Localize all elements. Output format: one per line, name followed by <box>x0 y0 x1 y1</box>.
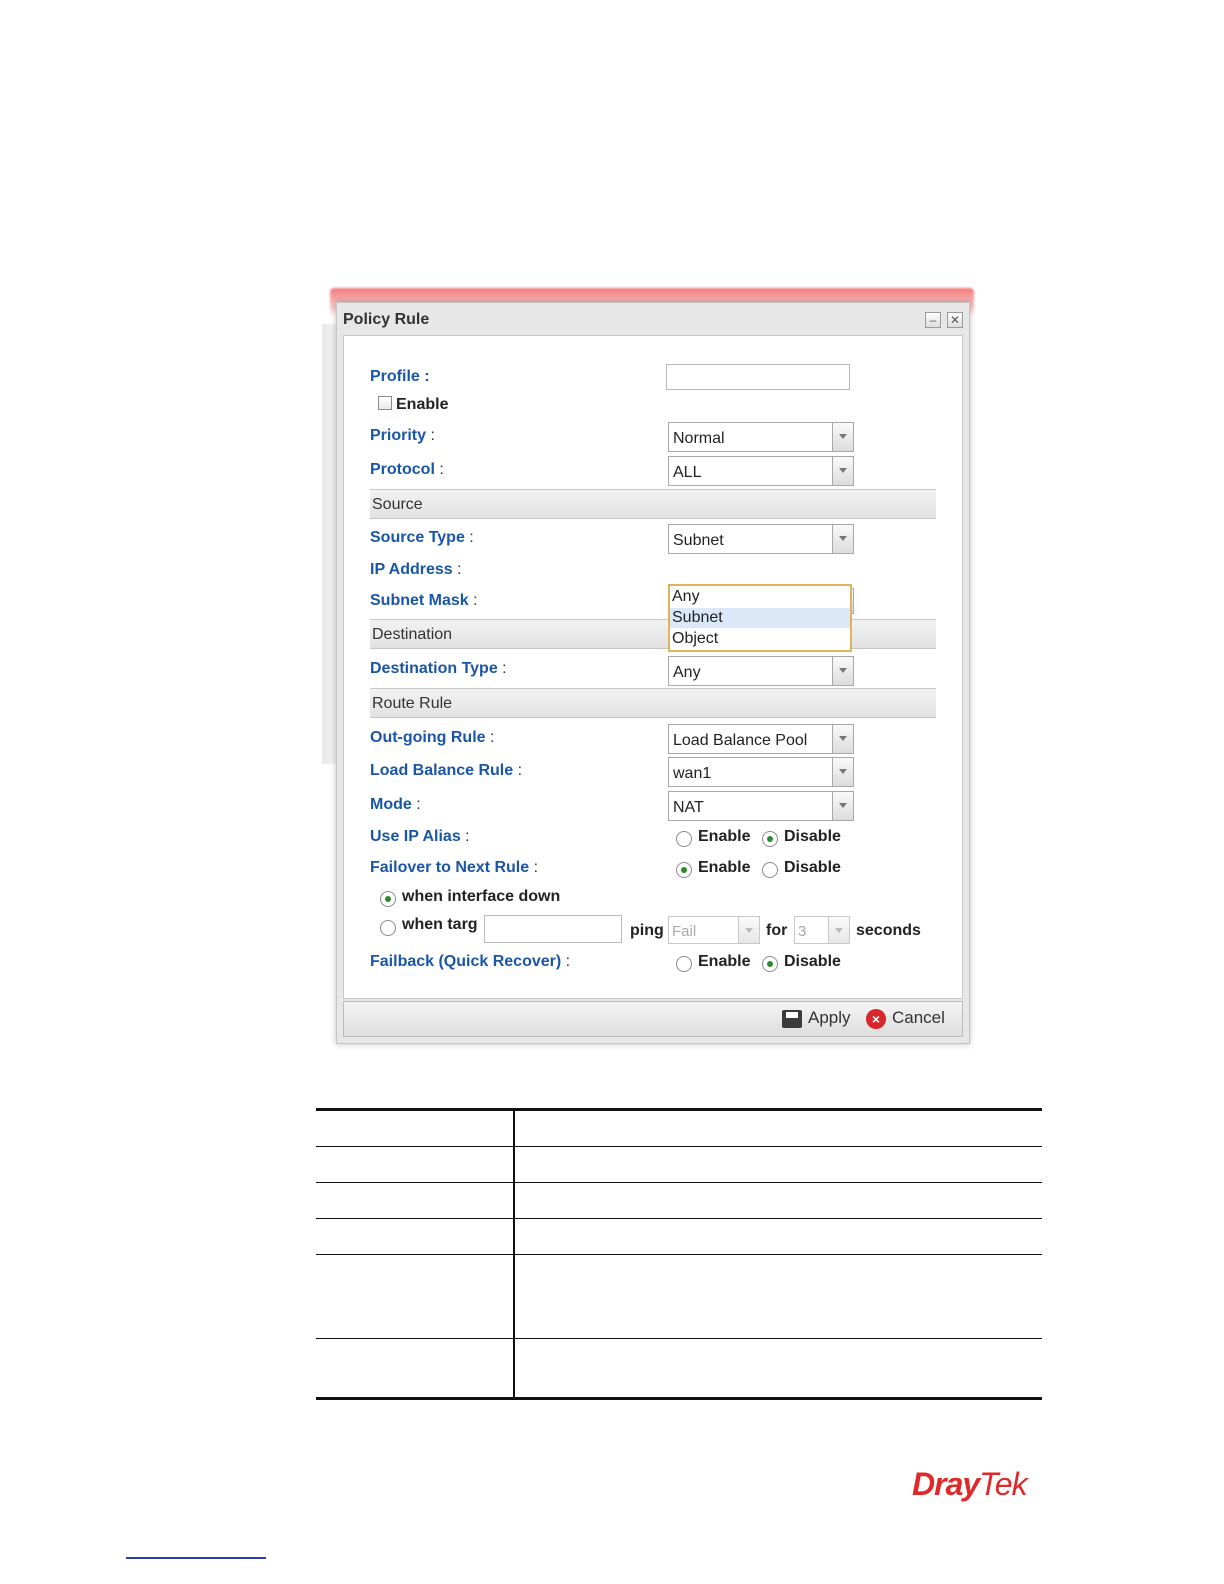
minimize-icon[interactable]: – <box>925 312 941 328</box>
chevron-down-icon <box>832 757 854 787</box>
chevron-down-icon <box>832 656 854 686</box>
load-balance-rule-label: Load Balance Rule : <box>370 762 523 779</box>
chevron-down-icon <box>738 916 760 944</box>
failback-disable-radio[interactable] <box>762 956 778 972</box>
when-interface-down-radio[interactable] <box>380 891 396 907</box>
use-ip-alias-enable-label: Enable <box>698 828 751 845</box>
when-target-label: when targ <box>402 916 478 933</box>
table-rule <box>316 1182 1042 1183</box>
source-type-label: Source Type : <box>370 529 474 546</box>
section-source: Source <box>370 489 936 519</box>
when-target-radio[interactable] <box>380 920 396 936</box>
ping-label: ping <box>630 922 664 939</box>
failover-enable-radio[interactable] <box>676 862 692 878</box>
destination-type-label: Destination Type : <box>370 660 507 677</box>
cancel-icon[interactable]: × <box>866 1009 886 1029</box>
chevron-down-icon <box>828 916 850 944</box>
failback-enable-label: Enable <box>698 953 751 970</box>
priority-select[interactable]: Normal <box>668 422 854 452</box>
table-rule <box>316 1254 1042 1255</box>
table-rule <box>316 1146 1042 1147</box>
table-rule <box>316 1397 1042 1400</box>
table-rule <box>316 1108 1042 1111</box>
table-column-divider <box>513 1108 515 1400</box>
footer-link-underline <box>126 1557 266 1559</box>
mode-select[interactable]: NAT <box>668 791 854 821</box>
use-ip-alias-disable-radio[interactable] <box>762 831 778 847</box>
chevron-down-icon <box>832 791 854 821</box>
table-rule <box>316 1218 1042 1219</box>
cancel-button[interactable]: Cancel <box>892 1008 945 1028</box>
source-type-option-subnet[interactable]: Subnet <box>670 608 850 628</box>
failover-disable-label: Disable <box>784 859 841 876</box>
draytek-logo: DrayTek <box>912 1466 1028 1502</box>
subnet-mask-label: Subnet Mask : <box>370 592 478 609</box>
failover-enable-label: Enable <box>698 859 751 876</box>
failback-enable-radio[interactable] <box>676 956 692 972</box>
dialog-footer: Apply × Cancel <box>343 1001 963 1037</box>
chevron-down-icon <box>832 422 854 452</box>
destination-type-select[interactable]: Any <box>668 656 854 686</box>
seconds-label: seconds <box>856 922 921 939</box>
source-type-option-object[interactable]: Object <box>670 629 850 649</box>
failover-disable-radio[interactable] <box>762 862 778 878</box>
chevron-down-icon <box>832 524 854 554</box>
description-table <box>316 1108 1042 1400</box>
source-type-option-any[interactable]: Any <box>670 587 850 607</box>
failover-label: Failover to Next Rule : <box>370 859 539 876</box>
failback-label: Failback (Quick Recover) : <box>370 953 571 970</box>
use-ip-alias-enable-radio[interactable] <box>676 831 692 847</box>
for-label: for <box>766 922 788 939</box>
source-type-dropdown: Any Subnet Object <box>668 584 852 652</box>
when-interface-down-label: when interface down <box>402 888 561 905</box>
profile-input[interactable] <box>666 364 850 390</box>
ping-select[interactable]: Fail <box>668 916 760 944</box>
protocol-label: Protocol : <box>370 461 444 478</box>
enable-checkbox[interactable] <box>378 396 392 410</box>
section-route-rule: Route Rule <box>370 688 936 718</box>
use-ip-alias-disable-label: Disable <box>784 828 841 845</box>
ip-address-label: IP Address : <box>370 561 462 578</box>
enable-checkbox-label: Enable <box>396 396 449 413</box>
table-rule <box>316 1338 1042 1339</box>
outgoing-rule-select[interactable]: Load Balance Pool <box>668 724 854 754</box>
use-ip-alias-label: Use IP Alias : <box>370 828 470 845</box>
dialog-body: Profile : Enable Priority : Normal Proto… <box>343 335 963 999</box>
priority-label: Priority : <box>370 427 435 444</box>
source-type-select[interactable]: Subnet <box>668 524 854 554</box>
close-icon[interactable]: ✕ <box>947 312 963 328</box>
failback-disable-label: Disable <box>784 953 841 970</box>
mode-label: Mode : <box>370 796 421 813</box>
profile-label: Profile : <box>370 368 430 385</box>
dialog-titlebar[interactable]: Policy Rule – ✕ <box>337 303 969 335</box>
policy-rule-dialog: Policy Rule – ✕ Profile : Enable Priorit… <box>336 302 970 1044</box>
for-select[interactable]: 3 <box>794 916 850 944</box>
apply-button[interactable]: Apply <box>808 1008 851 1028</box>
chevron-down-icon <box>832 724 854 754</box>
chevron-down-icon <box>832 456 854 486</box>
target-input[interactable] <box>484 915 622 943</box>
save-icon[interactable] <box>782 1010 802 1028</box>
dialog-title: Policy Rule <box>343 311 430 328</box>
outgoing-rule-label: Out-going Rule : <box>370 729 495 746</box>
load-balance-rule-select[interactable]: wan1 <box>668 757 854 787</box>
protocol-select[interactable]: ALL <box>668 456 854 486</box>
